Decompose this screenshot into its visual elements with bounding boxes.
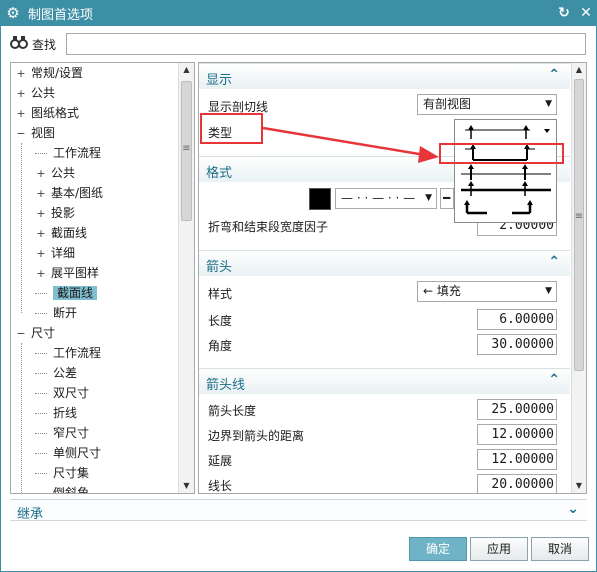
apply-button[interactable]: 应用 [470,537,528,561]
cancel-button[interactable]: 取消 [531,537,589,561]
ok-button[interactable]: 确定 [409,537,467,561]
inherit-label: 继承 [17,507,44,522]
expand-icon[interactable]: ⌄ [567,501,579,517]
annotation-arrow [262,126,439,163]
inherit-section-header[interactable]: 继承 ⌄ [10,499,587,522]
